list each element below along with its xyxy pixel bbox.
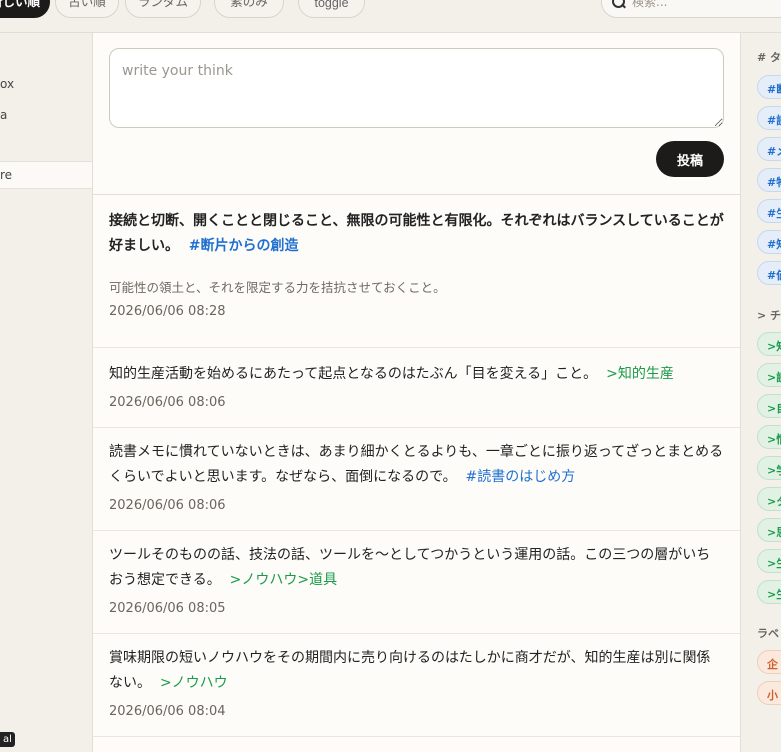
- tag-chip[interactable]: #生: [757, 199, 781, 223]
- think-input[interactable]: [109, 48, 724, 128]
- tag-chip[interactable]: #価: [757, 261, 781, 285]
- right-sidebar: # タ #断 #読 #メ #物 #生 #知 #価 > チ >知 >読 >自 >情…: [740, 33, 781, 752]
- post-date: 2026/06/06 08:05: [109, 601, 226, 616]
- post-button[interactable]: 投稿: [656, 141, 724, 177]
- sort-oldest-button[interactable]: 古い順: [55, 0, 119, 18]
- post-hashtag[interactable]: #断片からの創造: [189, 238, 299, 254]
- post-text: 知的生産活動を始めるにあたって起点となるのはたぶん「目を変える」こと。 >知的生…: [109, 366, 674, 382]
- topic-chip[interactable]: >タ: [757, 487, 781, 511]
- post-item[interactable]: 読書メモに慣れていないときは、あまり細かくとるよりも、一章ごとに振り返ってざっと…: [93, 428, 740, 531]
- post-item[interactable]: 接続と切断、開くことと閉じること、無限の可能性と有限化。それぞれはバランスしてい…: [93, 195, 740, 348]
- post-text: 読書メモに慣れていないときは、あまり細かくとるよりも、一章ごとに振り返ってざっと…: [109, 444, 724, 485]
- sidebar-item-selected[interactable]: re: [0, 161, 92, 189]
- post-item[interactable]: 知的生産活動を始めるにあたって起点となるのはたぶん「目を変える」こと。 >知的生…: [93, 348, 740, 428]
- sort-newest-button[interactable]: 新しい順: [0, 0, 50, 18]
- sidebar-item-2[interactable]: a: [0, 108, 7, 122]
- topic-chip[interactable]: >読: [757, 363, 781, 387]
- topic-chip[interactable]: >生: [757, 549, 781, 573]
- top-toolbar: 新しい順 古い順 ランダム 素のみ toggle: [0, 0, 781, 33]
- tag-chip[interactable]: #知: [757, 230, 781, 254]
- search-icon: [612, 0, 626, 9]
- topic-chip[interactable]: >自: [757, 394, 781, 418]
- topic-chip[interactable]: >知: [757, 332, 781, 356]
- topic-chip[interactable]: >思: [757, 518, 781, 542]
- search-input[interactable]: [632, 0, 781, 9]
- label-chip[interactable]: 企: [757, 650, 781, 674]
- topics-section-title: > チ: [757, 309, 781, 322]
- post-text: ツールそのものの話、技法の話、ツールを〜としてつかうという運用の話。この三つの層…: [109, 547, 711, 588]
- topic-chip[interactable]: >情: [757, 425, 781, 449]
- composer: 投稿: [93, 33, 740, 195]
- labels-section-title: ラベ: [757, 627, 779, 640]
- label-chip[interactable]: 小: [757, 681, 781, 705]
- tag-chip[interactable]: #物: [757, 168, 781, 192]
- tag-chip[interactable]: #読: [757, 106, 781, 130]
- post-topic-tag[interactable]: >知的生産: [606, 366, 674, 382]
- corner-badge: al: [0, 732, 15, 747]
- toggle-button[interactable]: toggle: [298, 0, 365, 18]
- left-sidebar: ox a re: [0, 33, 93, 752]
- topic-chip[interactable]: >生: [757, 580, 781, 604]
- sidebar-item-inbox[interactable]: ox: [0, 77, 14, 91]
- post-item[interactable]: 賞味期限の短いノウハウをその期間内に売り向けるのはたしかに商才だが、知的生産は別…: [93, 634, 740, 737]
- filter-plain-button[interactable]: 素のみ: [214, 0, 284, 18]
- post-text: 賞味期限の短いノウハウをその期間内に売り向けるのはたしかに商才だが、知的生産は別…: [109, 650, 711, 691]
- post-topic-tag[interactable]: >ノウハウ>道具: [230, 572, 337, 588]
- post-date: 2026/06/06 08:06: [109, 498, 226, 513]
- post-text: 接続と切断、開くことと閉じること、無限の可能性と有限化。それぞれはバランスしてい…: [109, 213, 724, 254]
- post-item[interactable]: ツールそのものの話、技法の話、ツールを〜としてつかうという運用の話。この三つの層…: [93, 531, 740, 634]
- topic-chip[interactable]: >学: [757, 456, 781, 480]
- post-date: 2026/06/06 08:06: [109, 395, 226, 410]
- post-hashtag[interactable]: #読書のはじめ方: [466, 469, 576, 485]
- post-note: 可能性の領土と、それを限定する力を拮抗させておくこと。: [109, 280, 446, 295]
- tags-section-title: # タ: [757, 51, 781, 64]
- search-box[interactable]: [601, 0, 781, 18]
- post-date: 2026/06/06 08:28: [109, 304, 226, 319]
- post-topic-tag[interactable]: >ノウハウ: [160, 675, 228, 691]
- main-feed: 投稿 接続と切断、開くことと閉じること、無限の可能性と有限化。それぞれはバランス…: [93, 33, 740, 752]
- tag-chip[interactable]: #メ: [757, 137, 781, 161]
- tag-chip[interactable]: #断: [757, 75, 781, 99]
- sort-random-button[interactable]: ランダム: [125, 0, 201, 18]
- post-date: 2026/06/06 08:04: [109, 704, 226, 719]
